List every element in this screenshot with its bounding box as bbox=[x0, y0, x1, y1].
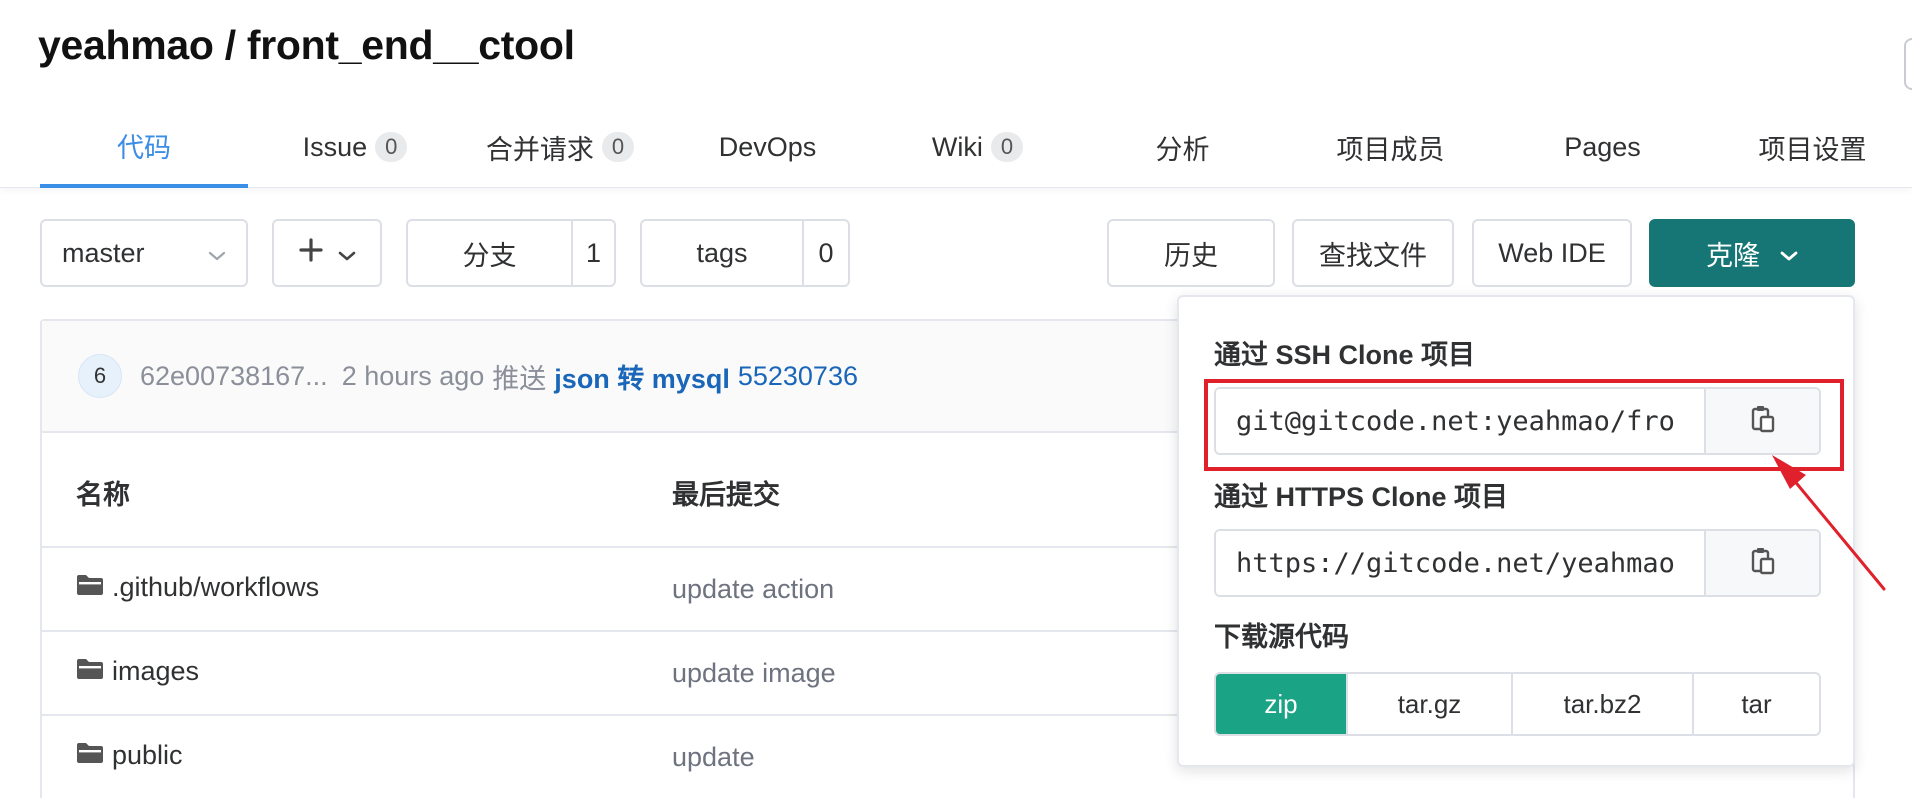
tab-issue-label: Issue bbox=[302, 131, 368, 162]
download-tar-bz2-button[interactable]: tar.bz2 bbox=[1513, 674, 1694, 734]
column-header-last-commit: 最后提交 bbox=[672, 480, 780, 510]
tags-count: 0 bbox=[818, 237, 834, 268]
folder-icon bbox=[76, 656, 104, 687]
download-tar-gz-button[interactable]: tar.gz bbox=[1348, 674, 1513, 734]
branches-label: 分支 bbox=[462, 240, 517, 271]
tab-merge-requests-label: 合并请求 bbox=[485, 134, 594, 165]
tags-button[interactable]: tags 0 bbox=[640, 219, 850, 287]
wiki-count-badge: 0 bbox=[990, 132, 1024, 162]
web-ide-button[interactable]: Web IDE bbox=[1472, 219, 1632, 287]
chevron-down-icon bbox=[338, 238, 356, 269]
find-file-label: 查找文件 bbox=[1319, 240, 1427, 271]
project-title: yeahmao / front_end__ctool bbox=[38, 22, 575, 68]
file-name-link[interactable]: .github/workflows bbox=[112, 572, 319, 603]
tab-devops[interactable]: DevOps bbox=[700, 106, 835, 188]
column-header-name: 名称 bbox=[76, 480, 130, 510]
tab-analytics-label: 分析 bbox=[1155, 134, 1210, 165]
download-source-label: 下载源代码 bbox=[1214, 622, 1349, 652]
web-ide-label: Web IDE bbox=[1498, 237, 1606, 268]
chevron-down-icon bbox=[208, 238, 226, 269]
annotation-highlight-box bbox=[1204, 379, 1844, 471]
https-url-field[interactable]: https://gitcode.net/yeahmao bbox=[1214, 529, 1821, 597]
tab-devops-label: DevOps bbox=[718, 131, 817, 162]
commit-action: 推送 bbox=[492, 363, 547, 394]
commit-message-link[interactable]: json 转 mysql bbox=[554, 357, 730, 396]
folder-icon bbox=[76, 572, 104, 603]
clone-button[interactable]: 克隆 bbox=[1649, 219, 1855, 287]
avatar[interactable]: 6 bbox=[78, 354, 122, 398]
tab-analytics[interactable]: 分析 bbox=[1130, 106, 1235, 188]
window-edge-handle bbox=[1904, 38, 1912, 90]
download-tar-button[interactable]: tar bbox=[1694, 674, 1819, 734]
tab-wiki[interactable]: Wiki 0 bbox=[910, 106, 1045, 188]
download-format-group: zip tar.gz tar.bz2 tar bbox=[1214, 672, 1821, 736]
https-clone-label: 通过 HTTPS Clone 项目 bbox=[1214, 482, 1509, 512]
file-commit-message[interactable]: update action bbox=[672, 574, 834, 605]
chevron-down-icon bbox=[1780, 238, 1798, 269]
download-zip-button[interactable]: zip bbox=[1216, 674, 1348, 734]
tab-pages-label: Pages bbox=[1564, 131, 1641, 162]
tab-wiki-label: Wiki bbox=[931, 131, 983, 162]
plus-icon bbox=[298, 237, 324, 270]
clone-label: 克隆 bbox=[1706, 240, 1760, 271]
history-button[interactable]: 历史 bbox=[1107, 219, 1275, 287]
tab-settings-label: 项目设置 bbox=[1758, 134, 1867, 165]
tags-label: tags bbox=[696, 237, 748, 268]
tab-issue[interactable]: Issue 0 bbox=[275, 106, 435, 188]
issue-count-badge: 0 bbox=[375, 132, 408, 162]
branches-button[interactable]: 分支 1 bbox=[406, 219, 616, 287]
file-name-link[interactable]: images bbox=[112, 656, 199, 687]
tab-members[interactable]: 项目成员 bbox=[1318, 106, 1463, 188]
project-nav: 代码 Issue 0 合并请求 0 DevOps Wiki 0 分析 项目成员 … bbox=[0, 106, 1912, 188]
branches-count: 1 bbox=[585, 237, 602, 268]
tab-merge-requests[interactable]: 合并请求 0 bbox=[475, 106, 645, 188]
tab-code[interactable]: 代码 bbox=[40, 106, 248, 188]
tab-settings[interactable]: 项目设置 bbox=[1745, 106, 1880, 188]
file-commit-message[interactable]: update bbox=[672, 742, 755, 773]
folder-icon bbox=[76, 740, 104, 771]
branch-select[interactable]: master bbox=[40, 219, 248, 287]
annotation-arrow bbox=[1760, 445, 1890, 600]
file-commit-message[interactable]: update image bbox=[672, 658, 836, 689]
clone-dropdown: 通过 SSH Clone 项目 git@gitcode.net:yeahmao/… bbox=[1177, 295, 1855, 767]
commit-sha[interactable]: 62e00738167... bbox=[140, 361, 328, 392]
add-dropdown-button[interactable] bbox=[272, 219, 382, 287]
commit-id-link[interactable]: 55230736 bbox=[738, 361, 858, 392]
tab-pages[interactable]: Pages bbox=[1540, 106, 1665, 188]
merge-count-badge: 0 bbox=[601, 132, 635, 162]
file-name-link[interactable]: public bbox=[112, 740, 183, 771]
history-label: 历史 bbox=[1164, 240, 1218, 271]
tab-code-label: 代码 bbox=[117, 132, 171, 163]
branch-select-value: master bbox=[62, 237, 145, 268]
https-url-value[interactable]: https://gitcode.net/yeahmao bbox=[1236, 548, 1675, 579]
find-file-button[interactable]: 查找文件 bbox=[1292, 219, 1454, 287]
tab-members-label: 项目成员 bbox=[1336, 134, 1445, 165]
ssh-clone-label: 通过 SSH Clone 项目 bbox=[1214, 340, 1476, 370]
commit-time: 2 hours ago bbox=[341, 360, 485, 391]
